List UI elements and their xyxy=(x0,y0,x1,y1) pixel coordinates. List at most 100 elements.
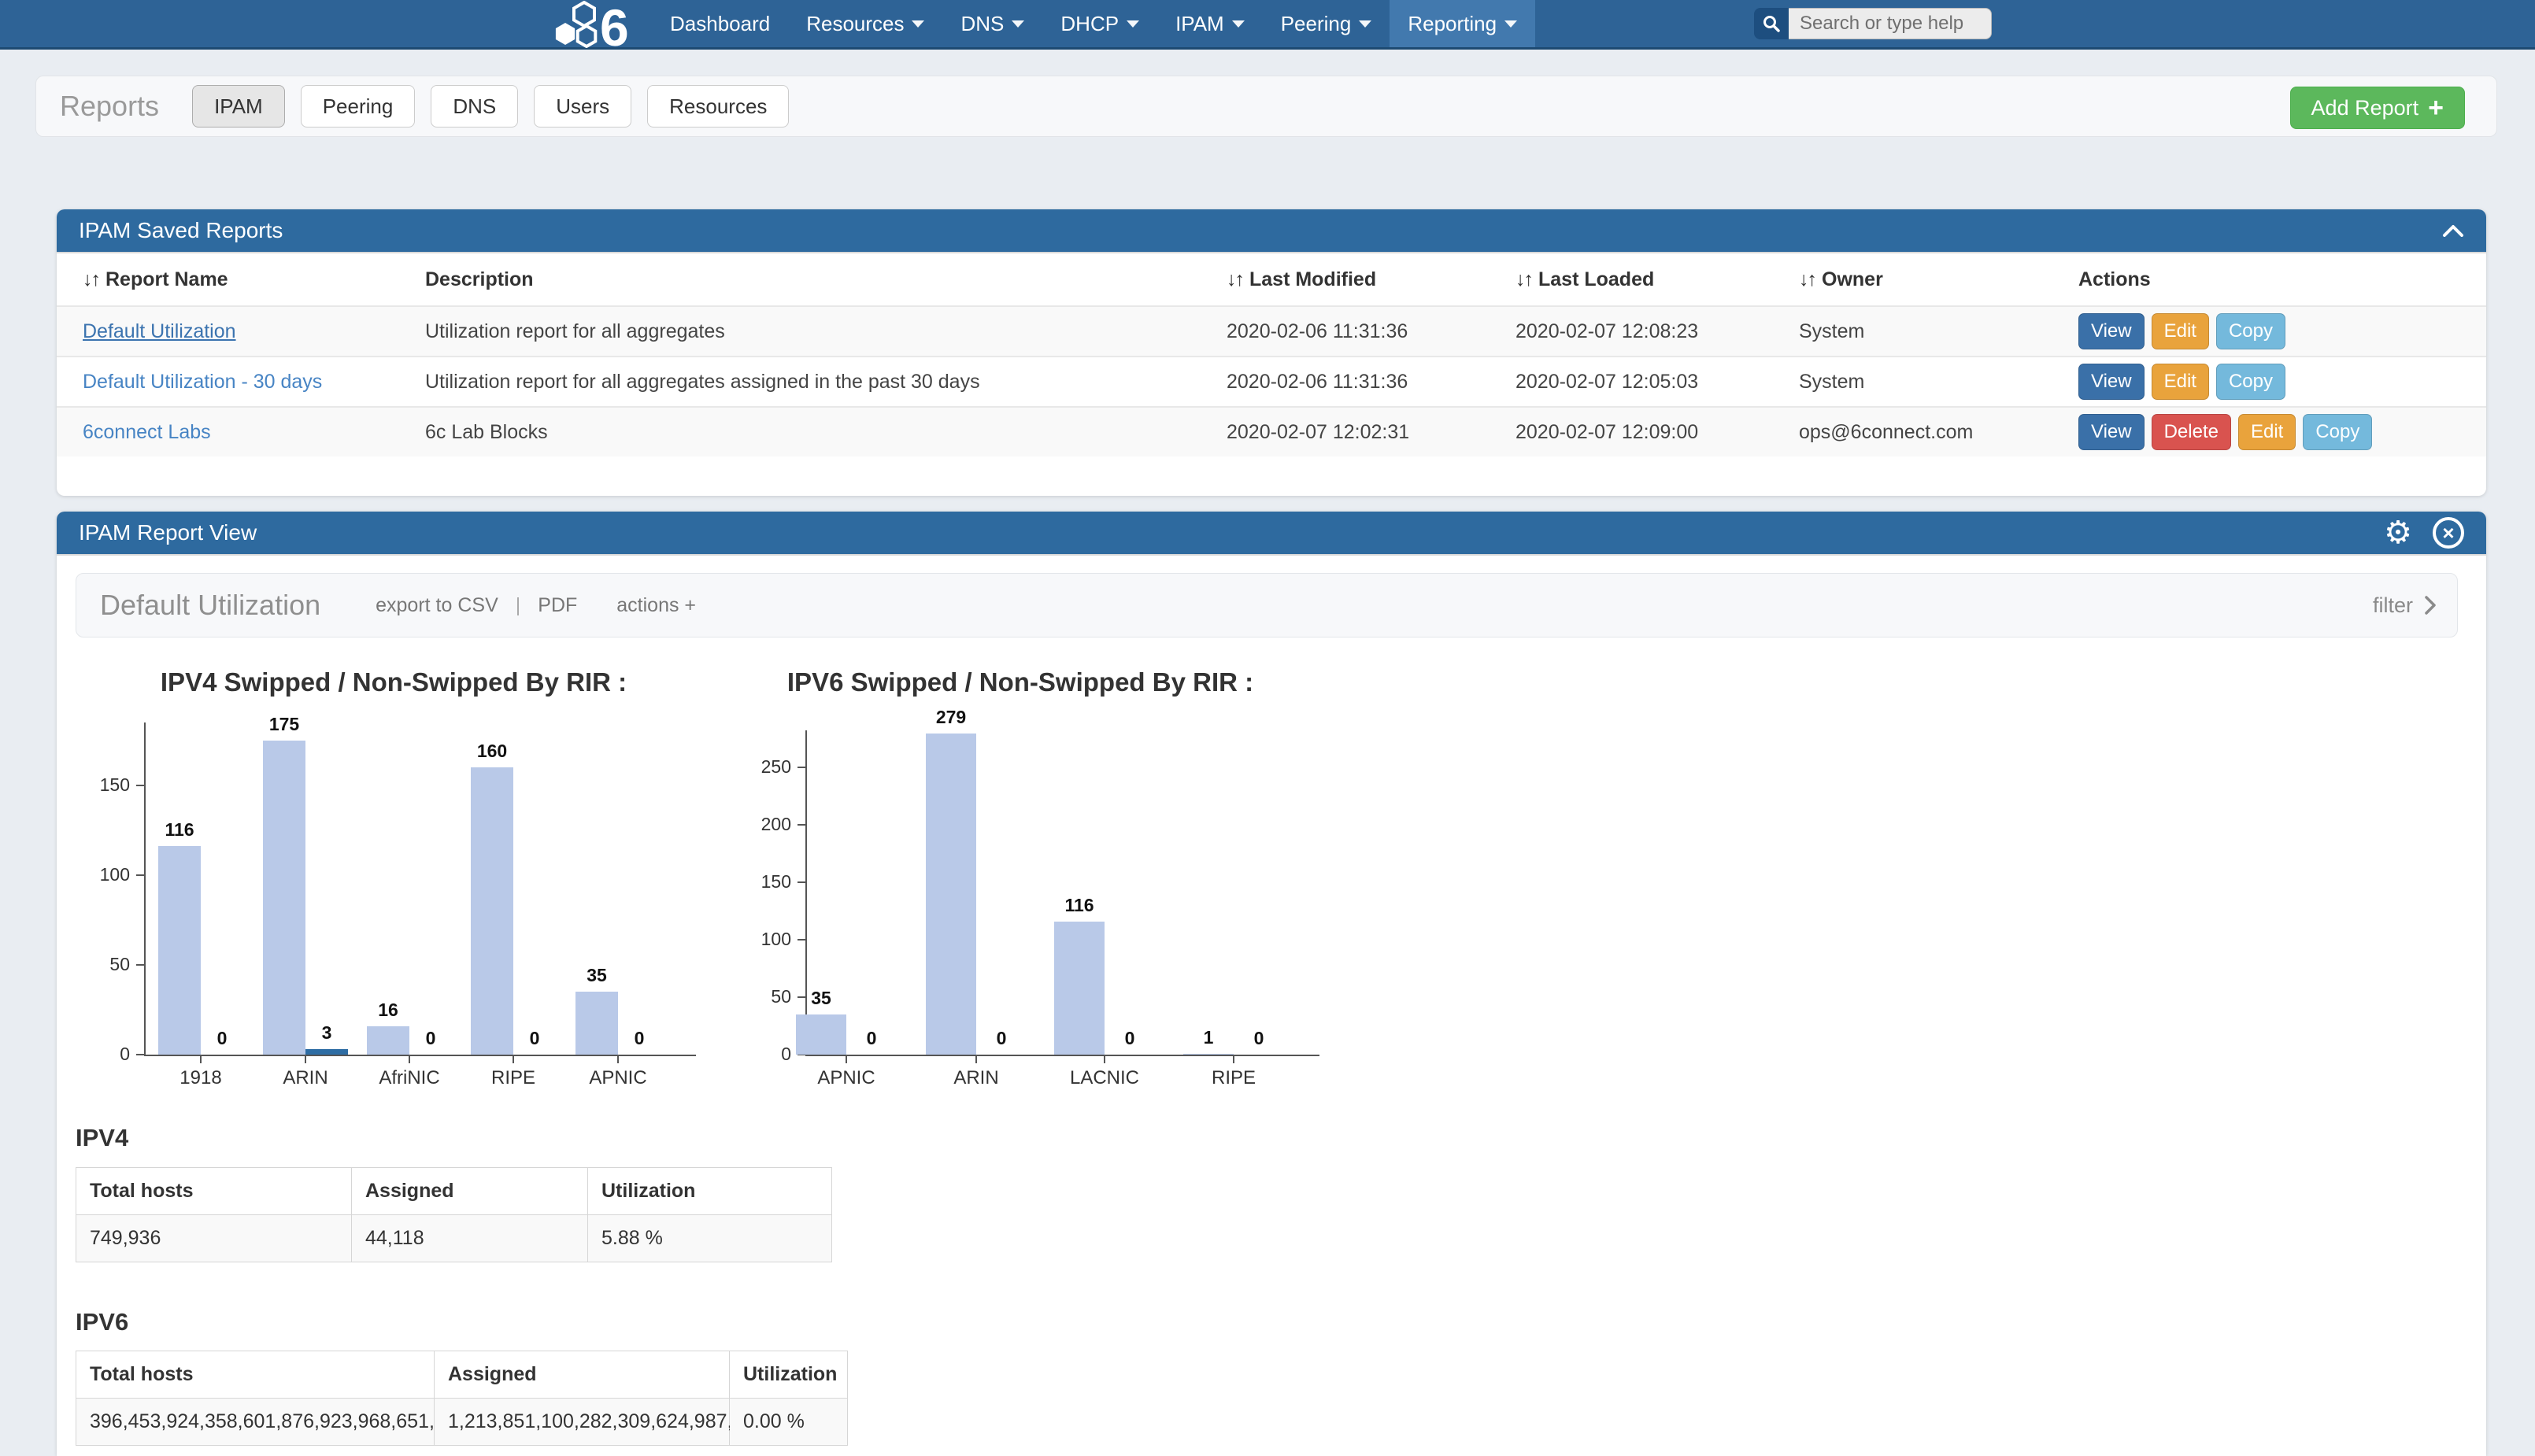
export-csv-link[interactable]: export to CSV xyxy=(376,594,498,617)
saved-reports-thead: ↓↑Report NameDescription↓↑Last Modified↓… xyxy=(57,253,2486,305)
toolbar-divider: | xyxy=(516,594,521,617)
page-header: Reports IPAM Peering DNS Users Resources Add… xyxy=(35,76,2497,137)
plus-icon: + xyxy=(2428,94,2444,121)
bar-value-label: 0 xyxy=(1090,1028,1169,1049)
nav-item-peering[interactable]: Peering xyxy=(1263,0,1390,47)
edit-button[interactable]: Edit xyxy=(2152,313,2209,349)
chevron-down-icon xyxy=(1359,20,1371,28)
chevron-down-icon xyxy=(912,20,924,28)
y-tick-label: 0 xyxy=(68,1044,130,1065)
top-navbar: 6 Dashboard Resources DNS DHCP IPAM Peering Re… xyxy=(0,0,2535,50)
report-last-loaded: 2020-02-07 12:05:03 xyxy=(1515,371,1799,394)
copy-button[interactable]: Copy xyxy=(2216,364,2285,400)
report-owner: System xyxy=(1799,320,2078,343)
chevron-up-icon[interactable] xyxy=(2442,224,2464,237)
bar-value-label: 279 xyxy=(912,707,990,728)
column-header-last-modified[interactable]: ↓↑Last Modified xyxy=(1227,268,1515,291)
y-tick-label: 250 xyxy=(730,756,791,778)
y-tick-label: 50 xyxy=(730,986,791,1007)
y-tick-label: 200 xyxy=(730,814,791,835)
search-icon[interactable] xyxy=(1754,8,1789,39)
report-name-link[interactable]: 6connect Labs xyxy=(83,421,211,443)
svg-text:6: 6 xyxy=(600,1,629,48)
edit-button[interactable]: Edit xyxy=(2152,364,2209,400)
close-x-glyph: × xyxy=(2433,517,2464,549)
tab-users[interactable]: Users xyxy=(534,85,631,127)
view-button[interactable]: View xyxy=(2078,414,2145,450)
report-name-link[interactable]: Default Utilization xyxy=(83,320,236,342)
bar-value-label: 0 xyxy=(832,1028,911,1049)
x-category-label: RIPE xyxy=(1167,1067,1301,1089)
edit-button[interactable]: Edit xyxy=(2238,414,2296,450)
filter-toggle[interactable]: filter xyxy=(2373,593,2437,618)
report-description: Utilization report for all aggregates xyxy=(425,320,1227,343)
view-button[interactable]: View xyxy=(2078,313,2145,349)
copy-button[interactable]: Copy xyxy=(2216,313,2285,349)
column-header-report-name[interactable]: ↓↑Report Name xyxy=(83,268,425,291)
nav-item-label: Peering xyxy=(1281,12,1352,36)
pdf-link[interactable]: PDF xyxy=(538,594,577,617)
tab-resources[interactable]: Resources xyxy=(647,85,789,127)
search-input[interactable] xyxy=(1789,8,1992,39)
ipv4-heading: IPV4 xyxy=(76,1124,128,1152)
charts-layer: IPV4 Swipped / Non-Swipped By RIR :05010… xyxy=(57,512,2486,1456)
gear-icon[interactable]: ⚙ xyxy=(2384,517,2412,549)
bar-value-label: 175 xyxy=(245,714,324,735)
bar-value-label: 0 xyxy=(183,1028,261,1049)
summary-value-total-hosts: 396,453,924,358,601,876,923,968,651,264 xyxy=(76,1399,435,1446)
x-tick xyxy=(975,1056,977,1063)
x-tick xyxy=(846,1056,847,1063)
report-last-modified: 2020-02-06 11:31:36 xyxy=(1227,371,1515,394)
y-tick xyxy=(798,881,805,883)
y-tick xyxy=(136,874,144,876)
column-header-label: Actions xyxy=(2078,268,2151,290)
nav-item-label: DHCP xyxy=(1060,12,1119,36)
actions-menu[interactable]: actions + xyxy=(616,594,696,617)
column-header-owner[interactable]: ↓↑Owner xyxy=(1799,268,2078,291)
report-description: Utilization report for all aggregates as… xyxy=(425,371,1227,394)
nav-item-dashboard[interactable]: Dashboard xyxy=(652,0,788,47)
filter-label: filter xyxy=(2373,593,2413,618)
table-row: Default Utilization - 30 days Utilization… xyxy=(57,356,2486,406)
report-last-modified: 2020-02-07 12:02:31 xyxy=(1227,421,1515,444)
y-tick-label: 150 xyxy=(68,774,130,796)
report-name-link[interactable]: Default Utilization - 30 days xyxy=(83,371,322,393)
tab-ipam[interactable]: IPAM xyxy=(192,85,285,127)
column-header-last-loaded[interactable]: ↓↑Last Loaded xyxy=(1515,268,1799,291)
sort-icon: ↓↑ xyxy=(1227,268,1243,290)
nav-item-dhcp[interactable]: DHCP xyxy=(1042,0,1157,47)
delete-button[interactable]: Delete xyxy=(2152,414,2231,450)
close-icon[interactable]: × xyxy=(2433,517,2464,549)
nav-item-dns[interactable]: DNS xyxy=(942,0,1042,47)
x-axis-line xyxy=(144,1055,696,1056)
report-actions: ViewDeleteEditCopy xyxy=(2078,414,2486,450)
report-actions: ViewEditCopy xyxy=(2078,313,2486,349)
nav-item-resources[interactable]: Resources xyxy=(788,0,942,47)
tab-dns[interactable]: DNS xyxy=(431,85,518,127)
chevron-down-icon xyxy=(1127,20,1139,28)
nav-item-ipam[interactable]: IPAM xyxy=(1157,0,1263,47)
nav-item-reporting[interactable]: Reporting xyxy=(1390,0,1535,47)
add-report-button[interactable]: Add Report + xyxy=(2290,87,2465,129)
column-header-label: Last Loaded xyxy=(1538,268,1654,290)
bar-value-label: 0 xyxy=(495,1028,574,1049)
view-button[interactable]: View xyxy=(2078,364,2145,400)
nav-item-label: Resources xyxy=(806,12,904,36)
x-tick xyxy=(513,1056,514,1063)
report-toolbar: Default Utilization export to CSV | PDF … xyxy=(76,573,2458,637)
summary-column-assigned: Assigned xyxy=(435,1351,730,1399)
sort-icon: ↓↑ xyxy=(83,268,99,290)
y-tick xyxy=(136,785,144,786)
ipv4-summary-table: Total hostsAssignedUtilization749,93644,… xyxy=(76,1167,832,1262)
page-title: Reports xyxy=(60,90,159,123)
chevron-down-icon xyxy=(1504,20,1517,28)
tab-peering[interactable]: Peering xyxy=(301,85,416,127)
chevron-down-icon xyxy=(1012,20,1024,28)
table-row: Default Utilization Utilization report fo… xyxy=(57,305,2486,356)
bar-swipped-arin xyxy=(263,741,305,1055)
y-axis-line xyxy=(144,722,146,1056)
bar-value-label: 3 xyxy=(287,1022,366,1044)
y-axis-line xyxy=(805,730,807,1056)
copy-button[interactable]: Copy xyxy=(2303,414,2372,450)
bar-swipped-ripe xyxy=(471,767,513,1055)
